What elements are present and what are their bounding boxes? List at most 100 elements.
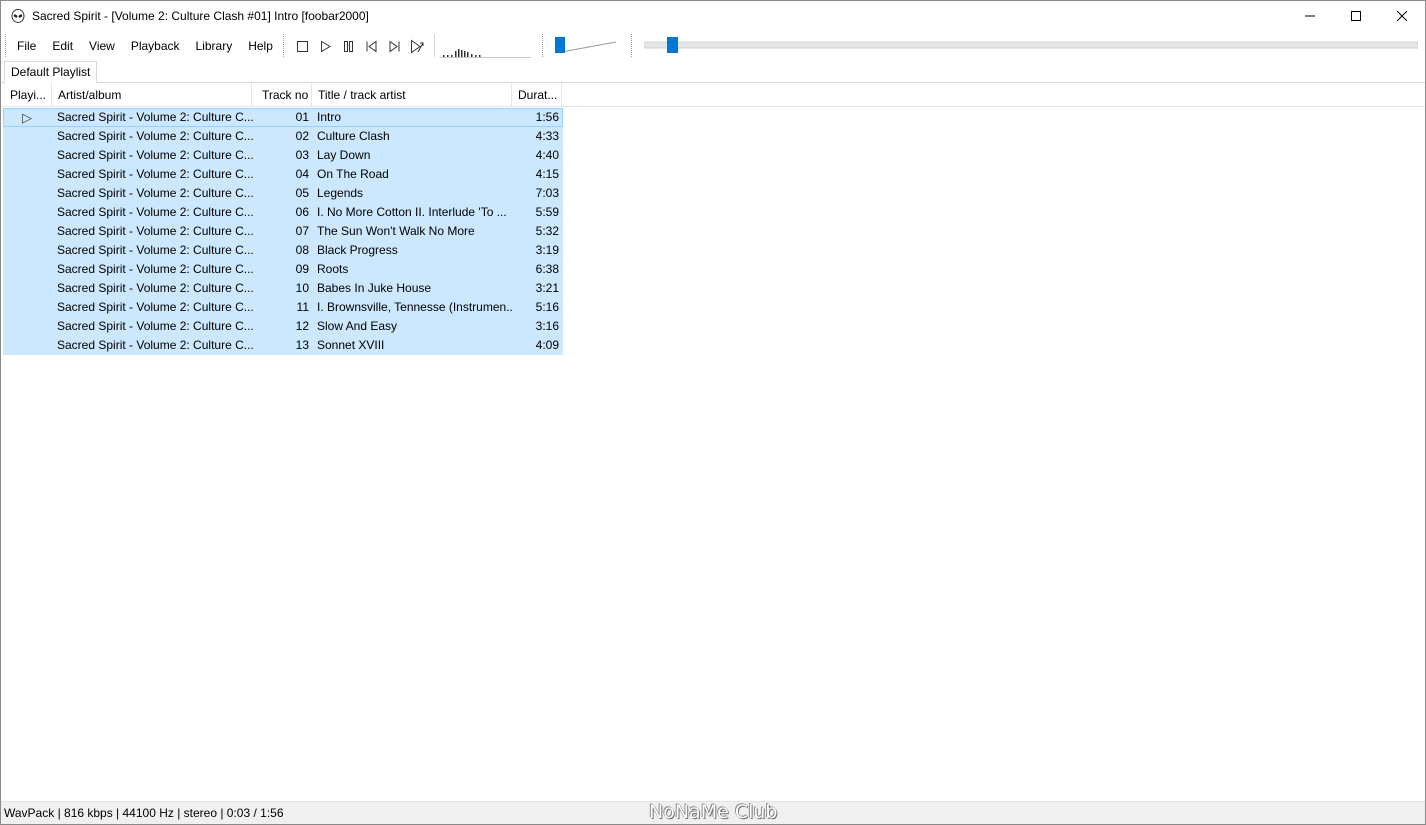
playlist-row[interactable]: Sacred Spirit - Volume 2: Culture C... 05…: [3, 184, 563, 203]
column-header-title[interactable]: Title / track artist: [312, 83, 512, 107]
playlist-view[interactable]: ▷ Sacred Spirit - Volume 2: Culture C... 0…: [3, 108, 563, 355]
menu-playback[interactable]: Playback: [123, 35, 188, 57]
title-cell: I. No More Cotton II. Interlude 'To ...: [317, 205, 507, 219]
stop-button[interactable]: [291, 36, 314, 56]
window-controls: [1287, 1, 1425, 31]
playing-indicator: [3, 222, 51, 241]
track-number-cell: 05: [295, 186, 309, 200]
pause-icon: [344, 40, 353, 52]
duration-cell: 7:03: [535, 186, 559, 200]
minimize-button[interactable]: [1287, 1, 1333, 31]
track-number-cell: 08: [295, 243, 309, 257]
playlist-row[interactable]: Sacred Spirit - Volume 2: Culture C... 13…: [3, 336, 563, 355]
maximize-button[interactable]: [1333, 1, 1379, 31]
duration-cell: 3:16: [535, 319, 559, 333]
status-text: WavPack | 816 kbps | 44100 Hz | stereo |…: [4, 806, 284, 820]
menu-view[interactable]: View: [81, 35, 123, 57]
seekbar-grip[interactable]: [631, 34, 633, 57]
column-header-playing[interactable]: Playi...: [2, 83, 52, 107]
maximize-icon: [1351, 11, 1361, 21]
playlist-row[interactable]: Sacred Spirit - Volume 2: Culture C... 11…: [3, 298, 563, 317]
close-button[interactable]: [1379, 1, 1425, 31]
track-number-cell: 06: [295, 205, 309, 219]
title-cell: Roots: [317, 262, 349, 276]
pause-button[interactable]: [337, 36, 360, 56]
playing-indicator: [3, 336, 51, 355]
play-button[interactable]: [314, 36, 337, 56]
playlist-row[interactable]: Sacred Spirit - Volume 2: Culture C... 07…: [3, 222, 563, 241]
playing-indicator: ▷: [22, 110, 32, 125]
transport-grip[interactable]: [283, 34, 285, 57]
artist-album-cell: Sacred Spirit - Volume 2: Culture C...: [57, 186, 253, 200]
tab-default-playlist[interactable]: Default Playlist: [4, 61, 98, 83]
playlist-row[interactable]: Sacred Spirit - Volume 2: Culture C... 03…: [3, 146, 563, 165]
title-cell: Babes In Juke House: [317, 281, 432, 295]
title-cell: Lay Down: [317, 148, 371, 162]
column-header-duration[interactable]: Durat...: [512, 83, 562, 107]
playlist-tabs: Default Playlist: [1, 60, 1425, 83]
duration-cell: 5:32: [535, 224, 559, 238]
seek-bar[interactable]: [643, 37, 1419, 53]
playing-indicator: [3, 127, 51, 146]
playlist-header: Playi... Artist/album Track no Title / t…: [2, 83, 1425, 107]
duration-cell: 3:21: [535, 281, 559, 295]
watermark: NoNaMe Club: [649, 801, 778, 823]
artist-album-cell: Sacred Spirit - Volume 2: Culture C...: [57, 205, 253, 219]
column-header-artist-album[interactable]: Artist/album: [52, 83, 252, 107]
menu-edit[interactable]: Edit: [44, 35, 81, 57]
duration-cell: 6:38: [535, 262, 559, 276]
artist-album-cell: Sacred Spirit - Volume 2: Culture C...: [57, 224, 253, 238]
volume-thumb: [555, 37, 565, 53]
playlist-row[interactable]: Sacred Spirit - Volume 2: Culture C... 08…: [3, 241, 563, 260]
playing-indicator: [3, 203, 51, 222]
track-number-cell: 07: [295, 224, 309, 238]
column-header-track-no[interactable]: Track no: [252, 83, 312, 107]
track-number-cell: 01: [295, 110, 309, 124]
playing-indicator: [3, 317, 51, 336]
track-number-cell: 02: [295, 129, 309, 143]
playing-indicator: [3, 184, 51, 203]
menu-help[interactable]: Help: [240, 35, 281, 57]
playlist-row[interactable]: Sacred Spirit - Volume 2: Culture C... 12…: [3, 317, 563, 336]
spectrum-visualization[interactable]: [440, 34, 531, 58]
foobar-alien-icon[interactable]: [10, 8, 26, 24]
menu-bar: File Edit View Playback Library Help: [9, 31, 281, 60]
spectrum-bars: [443, 49, 481, 57]
track-number-cell: 12: [295, 319, 309, 333]
duration-cell: 1:56: [535, 110, 559, 124]
volume-grip[interactable]: [542, 34, 544, 57]
duration-cell: 4:15: [535, 167, 559, 181]
artist-album-cell: Sacred Spirit - Volume 2: Culture C...: [57, 110, 253, 124]
next-button[interactable]: [383, 36, 406, 56]
playing-indicator: [3, 241, 51, 260]
title-cell: The Sun Won't Walk No More: [317, 224, 475, 238]
title-bar: Sacred Spirit - [Volume 2: Culture Clash…: [1, 1, 1425, 31]
next-icon: [389, 40, 400, 52]
close-icon: [1397, 11, 1407, 21]
playlist-row[interactable]: Sacred Spirit - Volume 2: Culture C... 02…: [3, 127, 563, 146]
playlist-row[interactable]: Sacred Spirit - Volume 2: Culture C... 04…: [3, 165, 563, 184]
playlist-row[interactable]: ▷ Sacred Spirit - Volume 2: Culture C... 0…: [3, 108, 563, 127]
title-cell: On The Road: [317, 167, 389, 181]
playlist-row[interactable]: Sacred Spirit - Volume 2: Culture C... 06…: [3, 203, 563, 222]
artist-album-cell: Sacred Spirit - Volume 2: Culture C...: [57, 338, 253, 352]
volume-slider[interactable]: [552, 34, 620, 56]
menu-file[interactable]: File: [9, 35, 44, 57]
title-cell: Black Progress: [317, 243, 398, 257]
previous-button[interactable]: [360, 36, 383, 56]
menubar-grip[interactable]: [5, 34, 7, 57]
title-cell: Slow And Easy: [317, 319, 398, 333]
artist-album-cell: Sacred Spirit - Volume 2: Culture C...: [57, 281, 253, 295]
track-number-cell: 09: [295, 262, 309, 276]
duration-cell: 4:09: [535, 338, 559, 352]
artist-album-cell: Sacred Spirit - Volume 2: Culture C...: [57, 300, 253, 314]
transport-toolbar: [291, 36, 429, 56]
playlist-row[interactable]: Sacred Spirit - Volume 2: Culture C... 10…: [3, 279, 563, 298]
artist-album-cell: Sacred Spirit - Volume 2: Culture C...: [57, 243, 253, 257]
duration-cell: 4:33: [535, 129, 559, 143]
menu-library[interactable]: Library: [188, 35, 241, 57]
previous-icon: [366, 40, 377, 52]
foobar2000-window: Sacred Spirit - [Volume 2: Culture Clash…: [0, 0, 1426, 825]
random-button[interactable]: [406, 36, 429, 56]
playlist-row[interactable]: Sacred Spirit - Volume 2: Culture C... 09…: [3, 260, 563, 279]
